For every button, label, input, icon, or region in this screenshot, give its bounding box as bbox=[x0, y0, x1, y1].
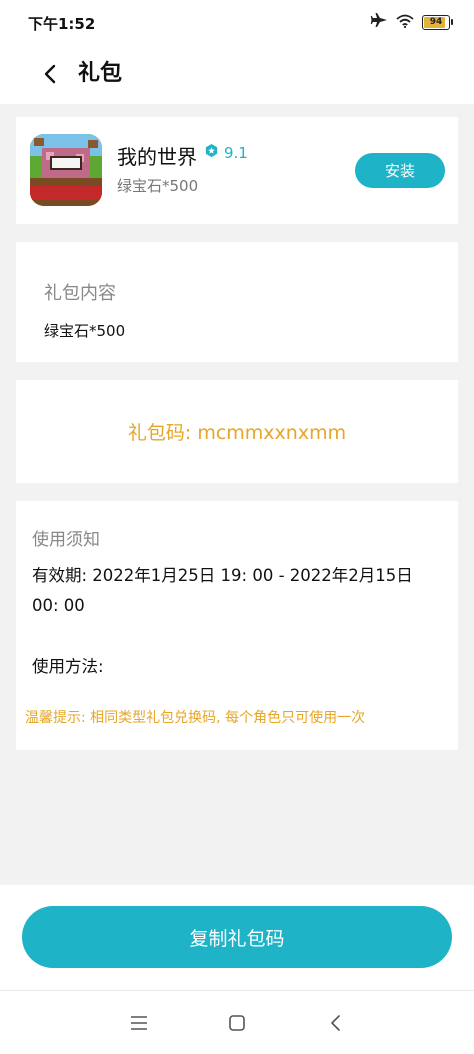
app-name: 我的世界 bbox=[117, 145, 197, 169]
back-chevron-icon[interactable] bbox=[36, 58, 68, 90]
usage-method: 使用方法: bbox=[32, 657, 104, 676]
copy-code-button[interactable]: 复制礼包码 bbox=[22, 906, 452, 968]
back-icon[interactable] bbox=[324, 1011, 348, 1035]
install-button[interactable]: 安装 bbox=[355, 153, 445, 188]
home-icon[interactable] bbox=[225, 1011, 249, 1035]
status-bar: 下午1:52 94 bbox=[0, 0, 474, 44]
bottom-action-bar: 复制礼包码 bbox=[0, 885, 474, 990]
notice-title: 使用须知 bbox=[32, 530, 100, 550]
rating-value: 9.1 bbox=[224, 143, 248, 162]
app-icon bbox=[30, 134, 102, 206]
notice-card: 使用须知 有效期: 2022年1月25日 19: 00 - 2022年2月15日… bbox=[16, 501, 458, 750]
airplane-icon bbox=[370, 12, 388, 32]
gift-content-title: 礼包内容 bbox=[44, 283, 116, 304]
gift-content-card: 礼包内容 绿宝石*500 bbox=[16, 242, 458, 362]
header: 礼包 bbox=[0, 44, 474, 104]
app-rating: 9.1 bbox=[204, 143, 248, 162]
app-card[interactable]: 我的世界 9.1 绿宝石*500 安装 bbox=[16, 117, 458, 224]
menu-icon[interactable] bbox=[127, 1011, 151, 1035]
system-nav-bar bbox=[0, 990, 474, 1054]
app-subtitle: 绿宝石*500 bbox=[117, 177, 199, 195]
battery-level: 94 bbox=[429, 17, 443, 27]
gift-code-card: 礼包码: mcmmxxnxmm bbox=[16, 380, 458, 483]
gift-content-value: 绿宝石*500 bbox=[44, 322, 126, 340]
page-title: 礼包 bbox=[78, 61, 123, 86]
gift-code[interactable]: 礼包码: mcmmxxnxmm bbox=[16, 418, 458, 445]
battery-icon: 94 bbox=[422, 14, 453, 30]
wifi-icon bbox=[396, 13, 414, 32]
status-time: 下午1:52 bbox=[28, 15, 96, 33]
validity-period: 有效期: 2022年1月25日 19: 00 - 2022年2月15日 00: … bbox=[32, 566, 413, 615]
badge-icon bbox=[204, 143, 219, 162]
tip-text: 温馨提示: 相同类型礼包兑换码, 每个角色只可使用一次 bbox=[25, 710, 366, 726]
status-icons: 94 bbox=[370, 12, 453, 32]
